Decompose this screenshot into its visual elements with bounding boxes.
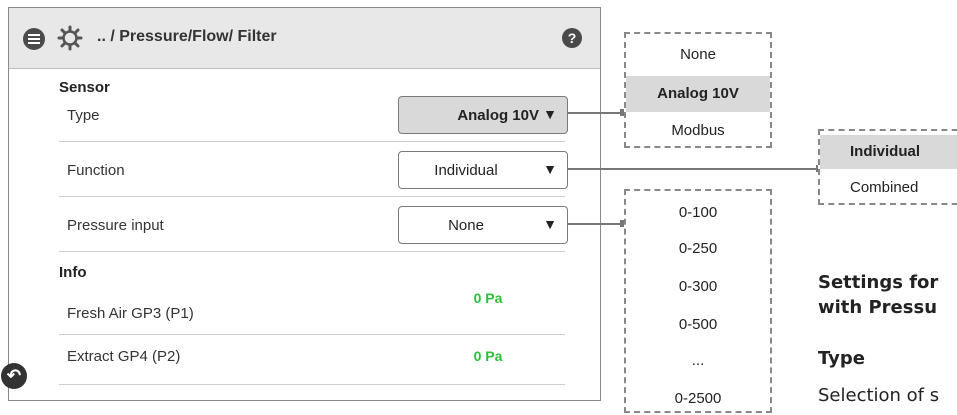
pressure-input-label: Pressure input [67, 217, 164, 234]
connector-line [567, 223, 624, 225]
pressure-option[interactable]: ... [626, 352, 770, 369]
pressure-options-list: 0-100 0-250 0-300 0-500 ... 0-2500 [624, 189, 772, 413]
type-option-selected[interactable]: Analog 10V [626, 76, 770, 112]
divider [59, 141, 565, 142]
gear-icon [57, 25, 83, 51]
connector-line [567, 112, 624, 114]
type-options-list: None Analog 10V Modbus [624, 32, 772, 148]
breadcrumb: .. / Pressure/Flow/ Filter [97, 28, 277, 45]
sensor-section-title: Sensor [59, 79, 110, 96]
doc-type-text: Selection of s [818, 385, 940, 406]
type-label: Type [67, 107, 100, 124]
divider [59, 196, 565, 197]
divider [59, 384, 565, 385]
pressure-option[interactable]: 0-250 [626, 240, 770, 257]
menu-icon[interactable] [23, 28, 45, 50]
function-options-list: Individual Combined [818, 129, 957, 205]
function-select[interactable]: Individual ▼ [398, 151, 568, 189]
function-select-value: Individual [434, 162, 498, 179]
pressure-input-select[interactable]: None ▼ [398, 206, 568, 244]
function-label: Function [67, 162, 125, 179]
doc-type-heading: Type [818, 348, 865, 369]
divider [59, 334, 565, 335]
pressure-option[interactable]: 0-300 [626, 278, 770, 295]
pressure-option[interactable]: 0-2500 [626, 390, 770, 407]
doc-heading-line1: Settings for [818, 272, 939, 293]
pressure-option[interactable]: 0-500 [626, 316, 770, 333]
fresh-air-label: Fresh Air GP3 (P1) [67, 305, 194, 322]
divider [59, 251, 565, 252]
type-select-value: Analog 10V [457, 107, 539, 124]
function-option-selected[interactable]: Individual [820, 135, 957, 169]
type-option[interactable]: Modbus [626, 122, 770, 139]
doc-heading-line2: with Pressu [818, 297, 938, 318]
help-icon[interactable]: ? [562, 28, 582, 48]
title-bar: .. / Pressure/Flow/ Filter ? [9, 8, 600, 69]
dropdown-arrow-icon: ▼ [543, 216, 557, 232]
dropdown-arrow-icon: ▼ [543, 106, 557, 122]
back-icon[interactable]: ↶ [1, 363, 27, 389]
pressure-option[interactable]: 0-100 [626, 204, 770, 221]
connector-line [567, 168, 820, 170]
info-section-title: Info [59, 264, 87, 281]
extract-label: Extract GP4 (P2) [67, 348, 181, 365]
function-option[interactable]: Combined [820, 179, 957, 196]
pressure-input-select-value: None [448, 217, 484, 234]
extract-value: 0 Pa [473, 348, 503, 364]
type-select[interactable]: Analog 10V ▼ [398, 96, 568, 134]
fresh-air-value: 0 Pa [473, 290, 503, 306]
type-option[interactable]: None [626, 46, 770, 63]
dropdown-arrow-icon: ▼ [543, 161, 557, 177]
settings-panel: .. / Pressure/Flow/ Filter ? Sensor Type… [1, 7, 601, 401]
